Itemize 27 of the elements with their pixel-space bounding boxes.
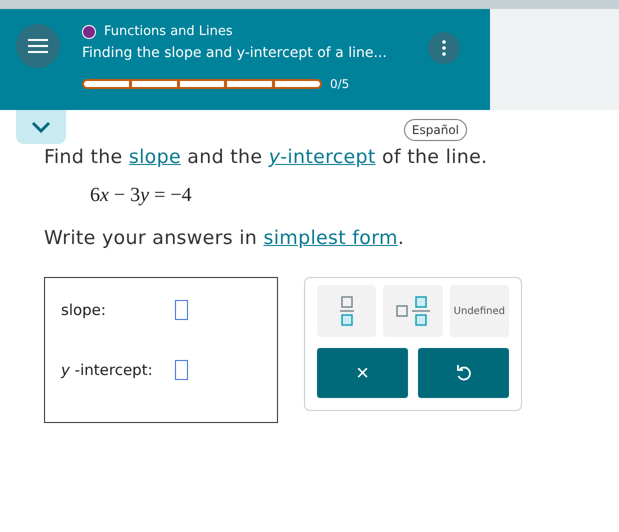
more-icon	[442, 40, 446, 56]
mixed-number-key[interactable]	[383, 285, 443, 337]
question-text: Find the slope and the y-intercept of the line.	[44, 146, 488, 168]
undefined-key[interactable]: Undefined	[450, 285, 509, 337]
term-link[interactable]: y-intercept	[268, 146, 376, 168]
answer-box[interactable]	[175, 360, 188, 380]
undo-icon	[456, 364, 472, 382]
menu-icon	[27, 38, 49, 54]
topic-label: Functions and Lines	[104, 24, 233, 39]
language-button[interactable]: Español	[404, 119, 467, 141]
menu-button[interactable]	[16, 24, 60, 68]
term-link[interactable]: slope	[128, 146, 181, 168]
collapse-button[interactable]	[16, 110, 66, 144]
answer-label: slope:	[61, 301, 107, 319]
progress-label: 0/5	[330, 77, 350, 91]
clear-button[interactable]: ×	[317, 348, 408, 398]
more-button[interactable]	[428, 32, 460, 64]
lesson-title: Finding the slope and y-intercept of a line...	[82, 45, 388, 61]
chevron-down-icon	[31, 121, 51, 133]
answer-box[interactable]	[175, 300, 188, 320]
fraction-key[interactable]	[317, 285, 376, 337]
answer-label: y -intercept:	[61, 361, 154, 379]
instruction-text: Write your answers in simplest form.	[44, 227, 406, 249]
mixed-number-icon	[396, 296, 430, 326]
equation: 6x − 3y = −4	[90, 184, 193, 207]
term-link[interactable]: simplest form	[264, 227, 398, 249]
fraction-icon	[340, 296, 354, 326]
